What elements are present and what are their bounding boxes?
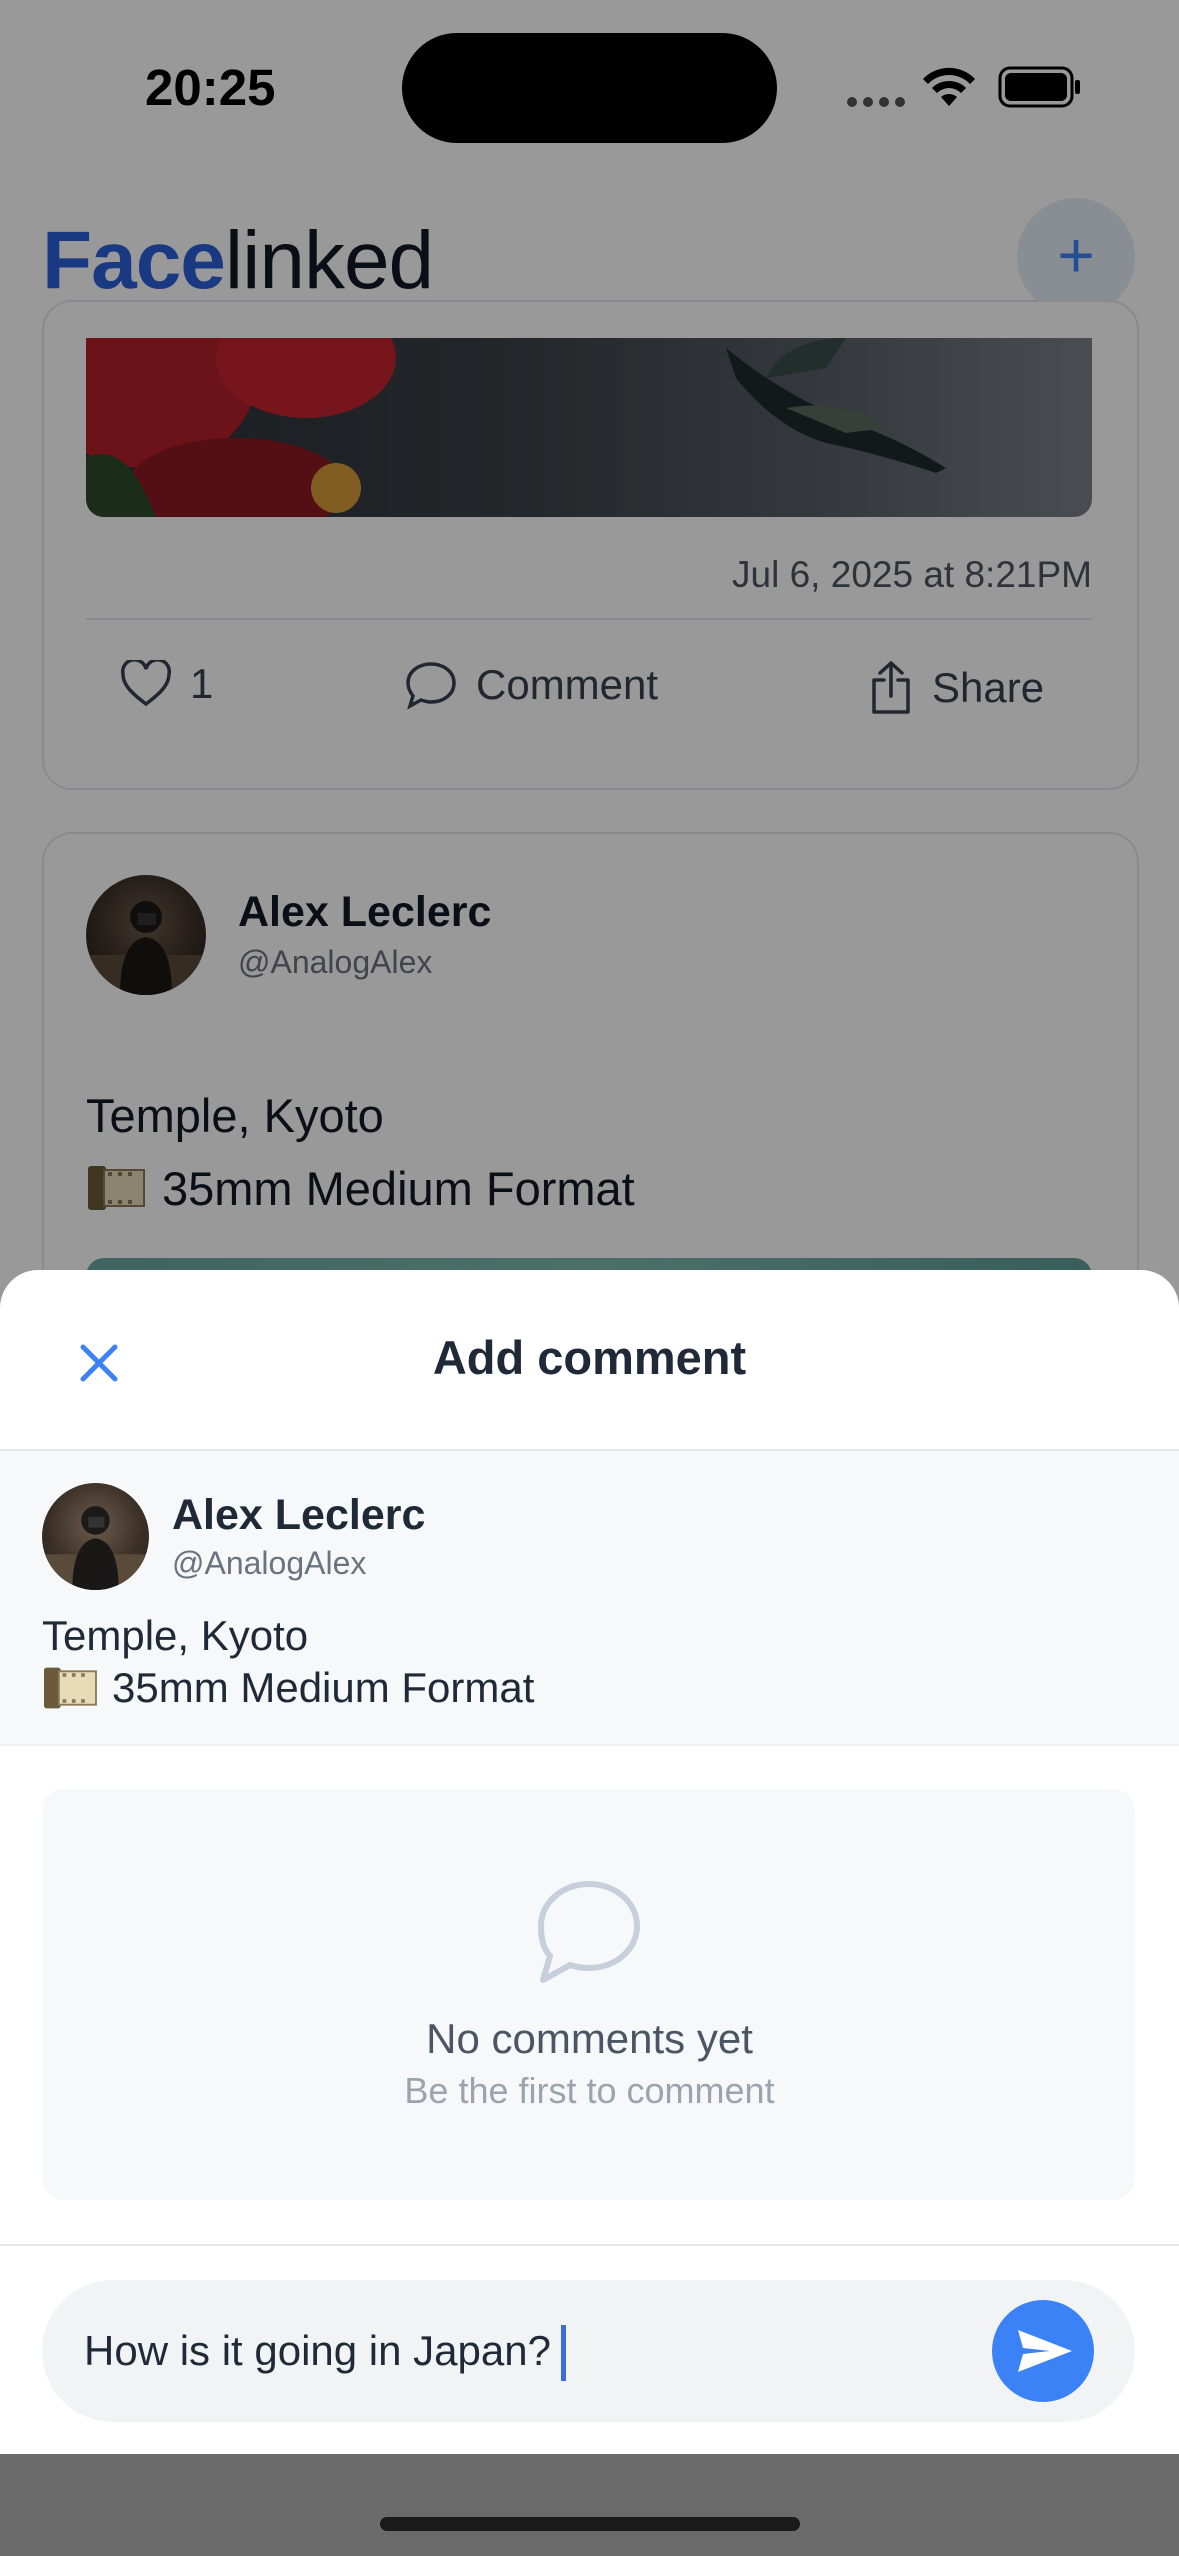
sheet-title: Add comment [432, 1331, 747, 1384]
send-icon [1018, 2330, 1072, 2372]
send-button[interactable] [992, 2300, 1094, 2402]
divider [0, 2244, 1179, 2246]
text-caret [561, 2325, 566, 2381]
divider [0, 1744, 1179, 1746]
home-indicator[interactable] [380, 2517, 800, 2531]
empty-state-subtitle: Be the first to comment [404, 2070, 775, 2111]
empty-comments-state [42, 1789, 1135, 2200]
film-icon [44, 1667, 97, 1709]
preview-author-name: Alex Leclerc [172, 1491, 426, 1539]
preview-post-subtitle: 35mm Medium Format [42, 1662, 534, 1714]
photographer-avatar-art [42, 1506, 149, 1590]
comment-bubble-icon [538, 1881, 640, 1983]
empty-state-title: No comments yet [426, 2015, 753, 2062]
comment-input[interactable] [84, 2314, 964, 2388]
comment-input-container [42, 2280, 1135, 2422]
preview-author-handle: @AnalogAlex [172, 1545, 367, 1581]
bottom-safe-area [0, 2454, 1179, 2556]
avatar [42, 1483, 149, 1590]
preview-post-title: Temple, Kyoto [42, 1612, 309, 1659]
